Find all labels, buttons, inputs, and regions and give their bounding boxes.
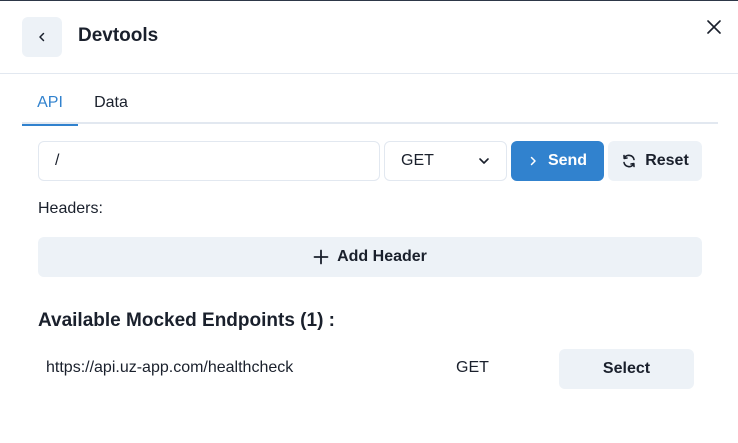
back-button[interactable] [22,17,62,57]
reset-button[interactable]: Reset [608,141,702,181]
chevron-left-icon [37,32,47,42]
reset-label: Reset [645,152,689,169]
page-title: Devtools [78,25,159,46]
close-icon [707,20,721,34]
refresh-icon [621,153,637,169]
send-label: Send [547,152,588,169]
tab-api[interactable]: API [22,84,78,126]
endpoint-row: https://api.uz-app.com/healthcheck GET S… [38,347,702,391]
url-input[interactable] [38,141,380,181]
plus-icon [313,249,329,265]
headers-label: Headers: [38,200,103,217]
add-header-button[interactable]: Add Header [38,237,702,277]
add-header-label: Add Header [337,248,427,265]
endpoint-url: https://api.uz-app.com/healthcheck [46,359,294,376]
mocked-endpoints-title: Available Mocked Endpoints (1) : [38,310,336,331]
chevron-right-icon [528,156,538,166]
close-button[interactable] [702,15,726,39]
tab-list: API Data [22,84,718,126]
select-endpoint-button[interactable]: Select [559,349,694,389]
method-select[interactable]: GET [384,141,507,181]
devtools-panel: Devtools API Data GET Send [0,0,738,443]
send-button[interactable]: Send [511,141,604,181]
chevron-down-icon [478,155,490,167]
header: Devtools [0,1,738,74]
tab-data[interactable]: Data [82,84,140,124]
method-select-value: GET [401,152,434,169]
endpoint-method: GET [456,359,489,376]
